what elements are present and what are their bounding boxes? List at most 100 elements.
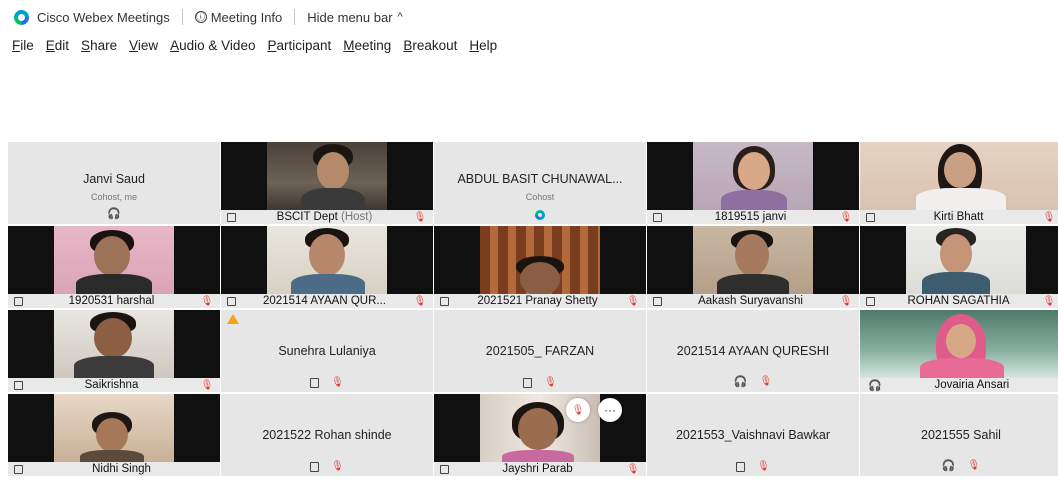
participant-tile-2021555-sahil[interactable]: 2021555 Sahil 🎧 🎙 <box>860 394 1058 476</box>
menu-label: eeting <box>354 37 392 53</box>
muted-mic-icon: 🎙 <box>331 377 344 388</box>
video-person <box>96 418 128 452</box>
name-plate: 2021521 Pranay Shetty 🎙 <box>434 294 646 308</box>
participant-tile-2021505-farzan[interactable]: 2021505_ FARZAN 🎙 <box>434 310 646 392</box>
muted-mic-icon: 🎙 <box>757 461 770 472</box>
hide-menu-bar-button[interactable]: Hide menu bar ^ <box>307 10 402 25</box>
menu-audio-video[interactable]: Audio & Video <box>170 38 255 53</box>
participant-name: 2021555 Sahil <box>921 428 1001 442</box>
participant-tile-jovairia-ansari[interactable]: 🎧 Jovairia Ansari <box>860 310 1058 392</box>
participant-name: ABDUL BASIT CHUNAWAL... <box>457 172 623 186</box>
participant-tile-nidhi-singh[interactable]: Nidhi Singh <box>8 394 220 476</box>
muted-mic-icon: 🎙 <box>544 377 557 388</box>
meeting-info-label: Meeting Info <box>210 9 283 25</box>
participant-tile-1819515-janvi[interactable]: 1819515 janvi 🎙 <box>647 142 859 224</box>
menu-label: ile <box>20 37 34 53</box>
name-plate: 2021514 AYAAN QUR... 🎙 <box>221 294 433 308</box>
device-icon <box>736 461 746 472</box>
menu-file[interactable]: File <box>12 38 34 53</box>
tile-status: 🎧 🎙 <box>860 459 1058 472</box>
device-icon <box>14 296 23 306</box>
participant-name: 2021514 AYAAN QURESHI <box>676 344 830 358</box>
participant-role: Cohost, me <box>90 192 138 202</box>
participant-tile-abdul-basit[interactable]: ABDUL BASIT CHUNAWAL... Cohost <box>434 142 646 224</box>
menu-meeting[interactable]: Meeting <box>343 38 391 53</box>
video-feed <box>693 226 813 298</box>
participant-tile-aakash-suryavanshi[interactable]: Aakash Suryavanshi 🎙 <box>647 226 859 308</box>
mute-participant-button[interactable]: 🎙 <box>566 398 590 422</box>
menu-participant[interactable]: Participant <box>267 38 331 53</box>
participant-tile-2021553-vaishnavi-bawkar[interactable]: 2021553_Vaishnavi Bawkar 🎙 <box>647 394 859 476</box>
menu-breakout[interactable]: Breakout <box>403 38 457 53</box>
participant-name: Nidhi Singh <box>92 463 151 475</box>
menu-mnemonic: M <box>343 37 355 53</box>
participant-tile-sunehra-lulaniya[interactable]: Sunehra Lulaniya 🎙 <box>221 310 433 392</box>
name-plate: Jayshri Parab 🎙 <box>434 462 646 476</box>
participant-name: Jayshri Parab <box>502 463 573 475</box>
muted-mic-icon: 🎙 <box>967 460 981 471</box>
participant-tile-2021522-rohan-shinde[interactable]: 2021522 Rohan shinde 🎙 <box>221 394 433 476</box>
participant-tile-2021521-pranay-shetty[interactable]: 2021521 Pranay Shetty 🎙 <box>434 226 646 308</box>
name-plate: 1819515 janvi 🎙 <box>647 210 859 224</box>
muted-mic-icon: 🎙 <box>413 295 427 307</box>
name-plate: Aakash Suryavanshi 🎙 <box>647 294 859 308</box>
participant-tile-janvi-saud[interactable]: Janvi Saud Cohost, me 🎧 <box>8 142 220 224</box>
more-options-button[interactable]: ··· <box>598 398 622 422</box>
video-person <box>94 318 132 358</box>
participant-tile-jayshri-parab[interactable]: 🎙 ··· Jayshri Parab 🎙 <box>434 394 646 476</box>
video-person <box>518 408 558 450</box>
warning-icon <box>227 314 239 324</box>
tile-status: 🎧 <box>8 207 220 220</box>
participant-tile-rohan-sagathia[interactable]: ROHAN SAGATHIA 🎙 <box>860 226 1058 308</box>
participant-name-wrap: BSCIT Dept (Host) <box>236 211 413 223</box>
menu-label: iew <box>137 37 159 53</box>
title-divider <box>294 9 296 25</box>
menu-share[interactable]: Share <box>81 38 117 53</box>
participant-tile-2021514-ayaan-qur[interactable]: 2021514 AYAAN QUR... 🎙 <box>221 226 433 308</box>
device-icon <box>523 377 533 388</box>
participant-name: 2021553_Vaishnavi Bawkar <box>675 428 831 442</box>
participant-tile-1920531-harshal[interactable]: 1920531 harshal 🎙 <box>8 226 220 308</box>
info-icon: ⓘ <box>194 11 207 23</box>
name-plate: Saikrishna 🎙 <box>8 378 220 392</box>
participant-name: 2021521 Pranay Shetty <box>477 295 598 307</box>
participant-name: Kirti Bhatt <box>933 211 984 223</box>
participant-tile-saikrishna[interactable]: Saikrishna 🎙 <box>8 310 220 392</box>
menu-view[interactable]: View <box>129 38 158 53</box>
device-icon <box>653 296 662 306</box>
video-feed <box>267 226 387 298</box>
muted-mic-icon: 🎙 <box>200 379 214 391</box>
device-icon <box>653 212 662 222</box>
menu-help[interactable]: Help <box>469 38 497 53</box>
muted-mic-icon: 🎙 <box>413 211 427 223</box>
device-icon <box>310 461 320 472</box>
menu-mnemonic: H <box>469 37 480 53</box>
menu-mnemonic: S <box>81 37 91 53</box>
participant-tile-2021514-ayaan-qureshi[interactable]: 2021514 AYAAN QURESHI 🎧 🎙 <box>647 310 859 392</box>
hide-menu-label: Hide menu bar <box>307 9 393 25</box>
title-bar: Cisco Webex Meetings ⓘ Meeting Info Hide… <box>0 0 1058 34</box>
video-feed <box>480 226 600 296</box>
device-icon <box>440 464 449 474</box>
video-person <box>520 262 560 296</box>
tile-status: 🎙 <box>647 461 859 472</box>
tile-status: 🎙 <box>221 377 433 388</box>
video-feed <box>860 142 1058 212</box>
menu-label: hare <box>90 37 118 53</box>
menu-edit[interactable]: Edit <box>46 38 69 53</box>
muted-mic-icon: 🎙 <box>839 295 853 307</box>
more-icon: ··· <box>604 403 616 417</box>
participant-tile-bscit-dept[interactable]: BSCIT Dept (Host) 🎙 <box>221 142 433 224</box>
menu-mnemonic: E <box>45 37 55 53</box>
video-person <box>309 234 345 276</box>
participant-name: 2021514 AYAAN QUR... <box>263 295 386 307</box>
device-icon <box>14 464 23 474</box>
headset-icon: 🎧 <box>941 460 956 472</box>
name-plate: Nidhi Singh <box>8 462 220 476</box>
device-icon <box>14 380 23 390</box>
app-title[interactable]: Cisco Webex Meetings <box>14 9 170 25</box>
host-label: (Host) <box>341 211 373 223</box>
device-icon <box>866 212 875 222</box>
meeting-info-button[interactable]: ⓘ Meeting Info <box>194 9 283 25</box>
participant-tile-kirti-bhatt[interactable]: Kirti Bhatt 🎙 <box>860 142 1058 224</box>
